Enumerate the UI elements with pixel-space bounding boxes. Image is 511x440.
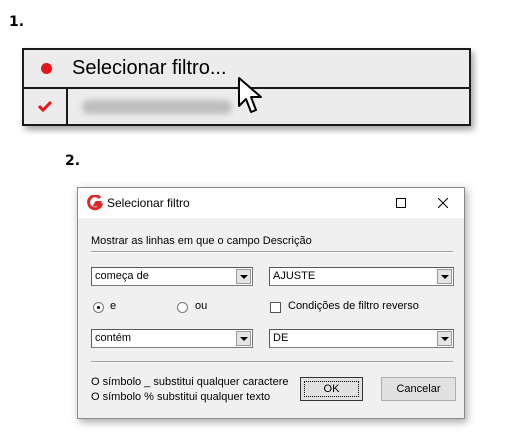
menu-item-gutter: [24, 50, 68, 87]
close-icon: [438, 198, 448, 208]
dropdown-arrow-icon[interactable]: [236, 269, 251, 284]
maximize-button[interactable]: [378, 188, 424, 218]
dialog-title: Selecionar filtro: [107, 196, 190, 210]
bullet-icon: [40, 63, 52, 74]
reverse-filter-checkbox[interactable]: [270, 302, 281, 313]
value-select-2-value: DE: [273, 332, 289, 344]
description-field-label: Mostrar as linhas em que o campo Descriç…: [91, 235, 312, 247]
radio-or-label[interactable]: ou: [195, 300, 207, 312]
divider: [91, 361, 453, 363]
title-bar: Selecionar filtro: [78, 188, 464, 218]
step-two-label: 2.: [65, 153, 81, 169]
operator-select-1[interactable]: começa de: [91, 267, 253, 286]
close-button[interactable]: [421, 188, 465, 218]
menu-item-gutter: [24, 89, 68, 124]
operator-select-1-value: começa de: [95, 270, 149, 282]
hint-underscore: O símbolo _ substitui qualquer caractere: [91, 376, 289, 388]
value-select-1[interactable]: AJUSTE: [269, 267, 454, 286]
dropdown-arrow-icon[interactable]: [437, 331, 452, 346]
operator-select-2[interactable]: contém: [91, 329, 253, 348]
focus-ring: [304, 381, 359, 397]
cancel-button[interactable]: Cancelar: [381, 377, 456, 401]
app-logo-icon: [87, 195, 103, 211]
reverse-filter-label[interactable]: Condições de filtro reverso: [288, 300, 419, 312]
ok-button[interactable]: OK: [300, 377, 363, 401]
value-select-1-value: AJUSTE: [273, 270, 316, 282]
cancel-button-label: Cancelar: [396, 383, 441, 395]
radio-and-label[interactable]: e: [110, 300, 116, 312]
hint-percent: O símbolo % substitui qualquer texto: [91, 391, 271, 403]
select-filter-dialog: Selecionar filtro Mostrar as linhas em q…: [77, 187, 465, 419]
radio-and[interactable]: [93, 302, 104, 313]
mouse-cursor-icon: [238, 77, 262, 113]
menu-item-label: Selecionar filtro...: [72, 57, 227, 79]
operator-select-2-value: contém: [95, 332, 132, 344]
divider: [91, 251, 453, 253]
blurred-label: [82, 99, 232, 114]
value-select-2[interactable]: DE: [269, 329, 454, 348]
dropdown-arrow-icon[interactable]: [236, 331, 251, 346]
radio-or[interactable]: [177, 302, 188, 313]
check-icon: [38, 101, 52, 112]
step-one-label: 1.: [9, 14, 25, 30]
dropdown-arrow-icon[interactable]: [437, 269, 452, 284]
maximize-icon: [396, 198, 406, 208]
